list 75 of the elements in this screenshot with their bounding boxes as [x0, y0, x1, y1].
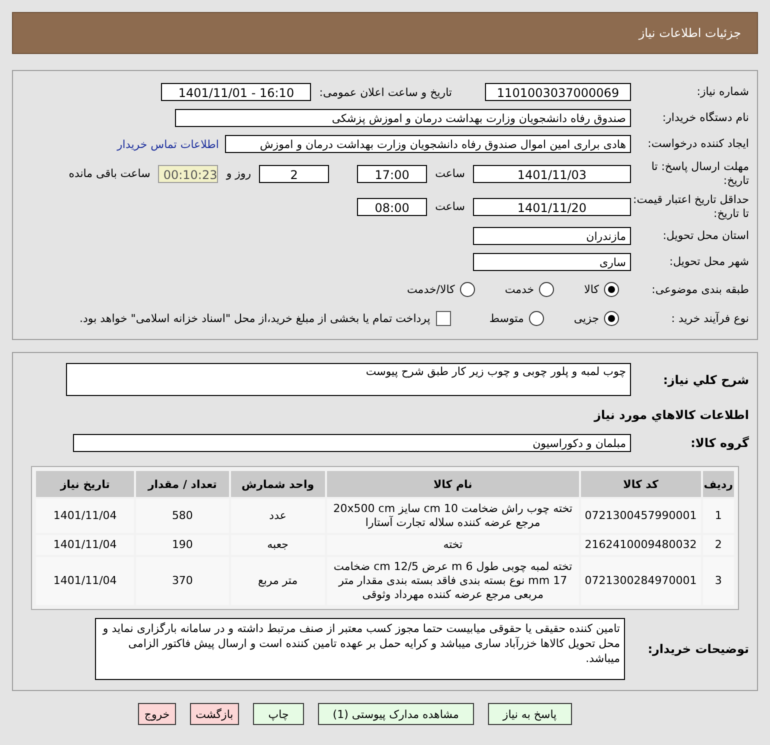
field-label: ساعت [435, 167, 465, 180]
field-label: مهلت ارسال پاسخ: تا تاریخ: [650, 160, 750, 188]
table-cell: تخته [326, 535, 579, 555]
action-button[interactable]: پاسخ به نیاز [488, 703, 572, 725]
section-title: اطلاعات کالاهاي مورد نياز [592, 407, 750, 424]
action-button[interactable]: خروج [138, 703, 176, 725]
column-header: نام کالا [326, 471, 579, 497]
checkbox[interactable] [436, 311, 452, 326]
table-cell: متر مربع [230, 557, 325, 605]
radio-button[interactable] [604, 282, 619, 297]
table-cell: جعبه [230, 535, 325, 555]
field-label: ساعت باقی مانده [68, 167, 150, 180]
text-field[interactable]: 1401/11/01 - 16:10 [161, 83, 312, 101]
field-label: ساعت [435, 200, 465, 213]
text-field[interactable]: صندوق رفاه دانشجویان وزارت بهداشت درمان و اموزش پزشکی [175, 109, 631, 127]
radio-button[interactable] [528, 311, 544, 326]
table-cell: 1401/11/04 [36, 557, 134, 605]
field-label: حداقل تاریخ اعتبار قیمت: تا تاریخ: [632, 192, 750, 220]
page-title: جزئیات اطلاعات نیاز [638, 26, 742, 40]
checkbox-label: پرداخت تمام یا بخشی از مبلغ خرید،از محل "اسناد خزانه اسلامی" خواهد بود. [80, 312, 430, 325]
field-label: شرح کلي نياز: [662, 372, 750, 386]
radio-label[interactable]: جزیی [574, 312, 599, 325]
table-cell: 2 [702, 535, 734, 555]
column-header: کد کالا [580, 471, 701, 497]
action-button[interactable]: مشاهده مدارک پیوستی (1) [318, 703, 474, 725]
field-label: شهر محل تحویل: [668, 255, 750, 269]
table-cell: 0721300457990001 [580, 499, 701, 533]
table-cell: 580 [136, 499, 229, 533]
text-field[interactable]: 17:00 [357, 164, 428, 182]
field-label: نام دستگاه خریدار: [661, 111, 750, 125]
table-cell: 1401/11/04 [36, 499, 134, 533]
column-header: ردیف [702, 471, 734, 497]
table-cell: عدد [230, 499, 325, 533]
text-field[interactable]: هادی براری امین اموال صندوق رفاه دانشجویان وزارت بهداشت درمان و اموزش [225, 135, 631, 153]
radio-button[interactable] [604, 311, 619, 326]
radio-label[interactable]: کالا [584, 283, 599, 296]
radio-label[interactable]: خدمت [504, 283, 534, 296]
field-label: تاریخ و ساعت اعلان عمومی: [319, 86, 452, 98]
field-label: توضیحات خریدار: [646, 642, 750, 656]
radio-button[interactable] [539, 282, 554, 297]
column-header: تعداد / مقدار [136, 471, 229, 497]
column-header: تاریخ نیاز [36, 471, 134, 497]
contact-link[interactable]: اطلاعات تماس خریدار [117, 138, 219, 150]
table-cell: 1 [702, 499, 734, 533]
table-cell: 0721300284970001 [580, 557, 701, 605]
text-field[interactable]: 1101003037000069 [485, 83, 631, 101]
notes-field: تامین کننده حقیقی یا حقوقی میابیست حتما مجوز کسب معتبر از صنف مرتبط داشته و در سامانه بارگزاری نماید و محل تحویل کالاها خزرآباد ساری میباشد و کرایه حمل بر عهده تامین کننده است و ارسال پیش فاکتور الزامی میباشد. [95, 618, 625, 680]
table-cell: تخته چوب راش ضخامت cm 10 سایز 20x500 cm مرجع عرضه کننده سلاله تجارت آستارا [326, 499, 579, 533]
field-label: ایجاد کننده درخواست: [646, 137, 750, 151]
field-label: گروه کالا: [690, 436, 750, 450]
text-field[interactable]: 08:00 [357, 198, 428, 216]
text-field[interactable]: مازندران [473, 227, 631, 245]
countdown-field: 00:10:23 [158, 164, 218, 182]
text-field[interactable]: ساری [473, 253, 631, 271]
table-cell: تخته لمبه چوبی طول m 6 عرض cm 12/5 ضخامت mm 17 نوع بسته بندی فاقد بسته بندی مقدار متر مربعی مرجع عرضه کننده مهرداد وثوقی [326, 557, 579, 605]
field-label: شماره نیاز: [696, 85, 750, 99]
field-label: نوع فرآیند خرید : [670, 312, 750, 326]
table-cell: 190 [136, 535, 229, 555]
radio-label[interactable]: متوسط [489, 312, 524, 325]
radio-button[interactable] [460, 282, 475, 297]
text-field[interactable]: 2 [259, 164, 330, 182]
field-label: طبقه بندی موضوعی: [650, 282, 750, 296]
field-label: روز و [226, 167, 252, 180]
description-field: چوب لمبه و پلور چوبی و چوب زیر کار طبق شرح پیوست [66, 363, 631, 396]
table-cell: 3 [702, 557, 734, 605]
table-cell: 1401/11/04 [36, 535, 134, 555]
text-field[interactable]: 1401/11/03 [473, 164, 631, 182]
column-header: واحد شمارش [230, 471, 325, 497]
field-label: استان محل تحویل: [662, 229, 750, 243]
action-button[interactable]: چاپ [253, 703, 304, 725]
action-button[interactable]: بازگشت [190, 703, 240, 725]
radio-label[interactable]: کالا/خدمت [407, 283, 455, 296]
text-field[interactable]: 1401/11/20 [473, 198, 631, 216]
table-cell: 370 [136, 557, 229, 605]
table-cell: 2162410009480032 [580, 535, 701, 555]
